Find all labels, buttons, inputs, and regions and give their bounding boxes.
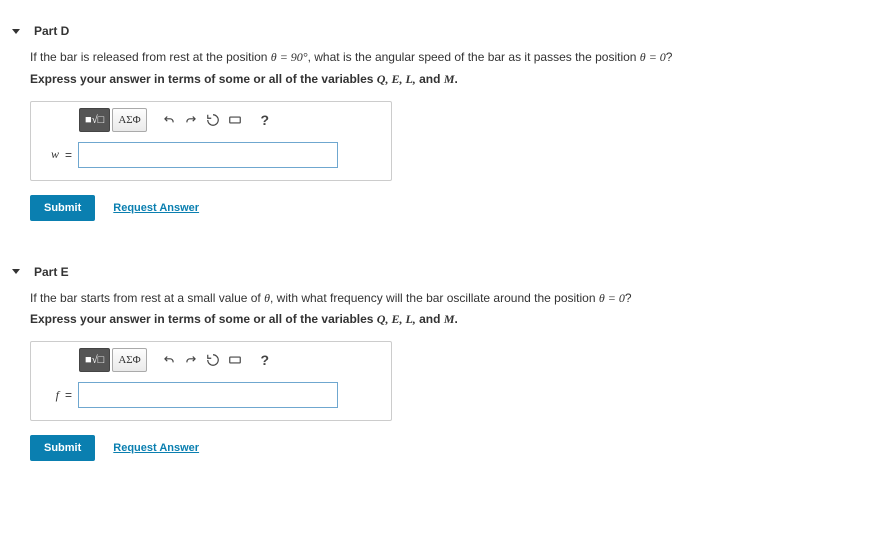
question-math: θ = 0 [640, 50, 666, 64]
part-d-container: Part D If the bar is released from rest … [0, 0, 896, 241]
part-e-header[interactable]: Part E [12, 265, 866, 279]
equals-sign: = [65, 388, 72, 402]
question-math: θ = 90° [271, 50, 308, 64]
question-text: If the bar starts from rest at a small v… [30, 291, 264, 305]
question-text: ? [666, 50, 673, 64]
instruction-text: . [454, 72, 457, 86]
equation-toolbar: ■√□ ΑΣΦ ? [79, 348, 381, 372]
part-d-instruction: Express your answer in terms of some or … [30, 72, 866, 87]
greek-button[interactable]: ΑΣΦ [112, 108, 146, 132]
equals-sign: = [65, 148, 72, 162]
reset-icon[interactable] [203, 349, 223, 371]
variable-label: w [41, 147, 59, 162]
greek-button[interactable]: ΑΣΦ [112, 348, 146, 372]
question-math: θ = 0 [599, 291, 625, 305]
variable-label: f [41, 388, 59, 403]
answer-input[interactable] [78, 382, 338, 408]
instruction-text: Express your answer in terms of some or … [30, 72, 377, 86]
request-answer-link[interactable]: Request Answer [113, 442, 199, 454]
submit-button[interactable]: Submit [30, 195, 95, 221]
help-icon[interactable]: ? [255, 349, 275, 371]
templates-button[interactable]: ■√□ [79, 348, 110, 372]
part-d-answer-box: ■√□ ΑΣΦ ? w = [30, 101, 392, 181]
instruction-vars: Q, E, L, [377, 72, 416, 86]
collapse-caret-icon [12, 269, 20, 274]
redo-icon[interactable] [181, 109, 201, 131]
redo-icon[interactable] [181, 349, 201, 371]
part-e-title: Part E [34, 265, 69, 279]
instruction-text: Express your answer in terms of some or … [30, 312, 377, 326]
part-e-instruction: Express your answer in terms of some or … [30, 312, 866, 327]
answer-row: f = [41, 382, 381, 408]
templates-button[interactable]: ■√□ [79, 108, 110, 132]
instruction-vars: Q, E, L, [377, 312, 416, 326]
answer-input[interactable] [78, 142, 338, 168]
undo-icon[interactable] [159, 349, 179, 371]
question-text: If the bar is released from rest at the … [30, 50, 271, 64]
part-e-question: If the bar starts from rest at a small v… [30, 291, 866, 307]
part-d-header[interactable]: Part D [12, 24, 866, 38]
part-d-question: If the bar is released from rest at the … [30, 50, 866, 66]
question-text: , with what frequency will the bar oscil… [270, 291, 599, 305]
part-d-submit-row: Submit Request Answer [30, 195, 866, 221]
part-d-title: Part D [34, 24, 69, 38]
help-icon[interactable]: ? [255, 109, 275, 131]
collapse-caret-icon [12, 29, 20, 34]
instruction-text: and [416, 312, 444, 326]
keyboard-icon[interactable] [225, 109, 245, 131]
instruction-text: and [416, 72, 444, 86]
question-text: ? [625, 291, 632, 305]
undo-icon[interactable] [159, 109, 179, 131]
question-text: , what is the angular speed of the bar a… [308, 50, 640, 64]
submit-button[interactable]: Submit [30, 435, 95, 461]
instruction-vars: M [444, 72, 455, 86]
part-e-answer-box: ■√□ ΑΣΦ ? f = [30, 341, 392, 421]
instruction-vars: M [444, 312, 455, 326]
part-e-container: Part E If the bar starts from rest at a … [0, 241, 896, 482]
equation-toolbar: ■√□ ΑΣΦ ? [79, 108, 381, 132]
request-answer-link[interactable]: Request Answer [113, 202, 199, 214]
part-e-submit-row: Submit Request Answer [30, 435, 866, 461]
instruction-text: . [454, 312, 457, 326]
keyboard-icon[interactable] [225, 349, 245, 371]
reset-icon[interactable] [203, 109, 223, 131]
answer-row: w = [41, 142, 381, 168]
